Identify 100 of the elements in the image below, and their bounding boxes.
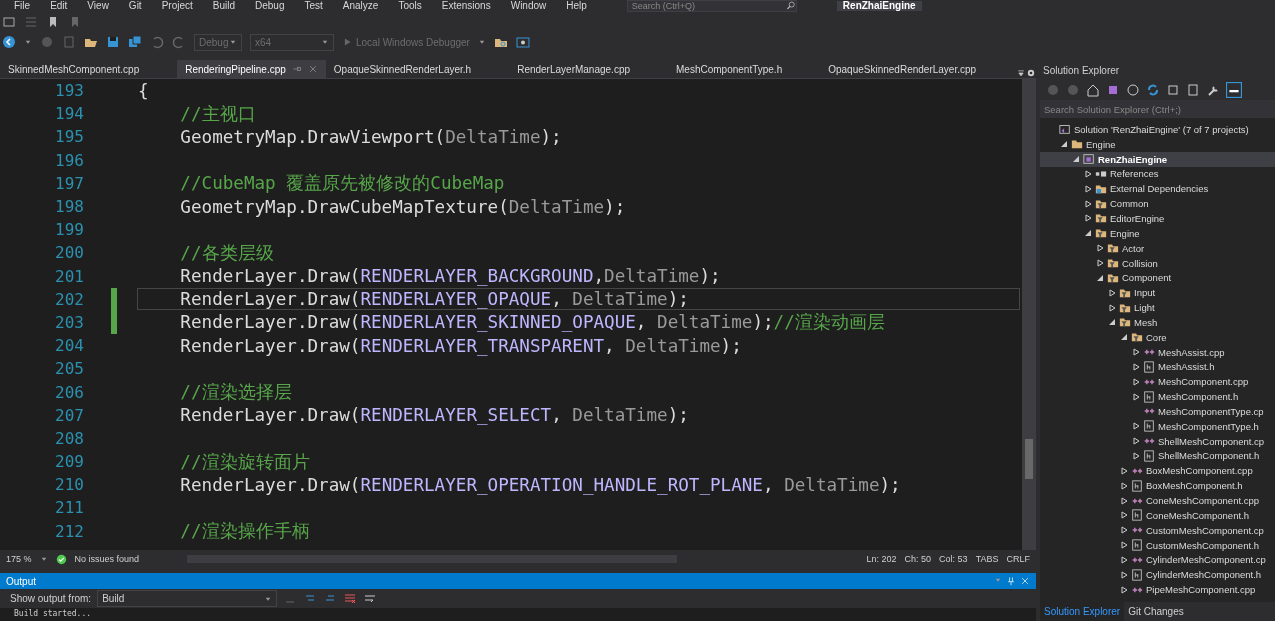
tree-item[interactable]: Input (1134, 287, 1156, 299)
caret-icon[interactable] (24, 38, 32, 46)
expand-icon[interactable] (1120, 555, 1128, 564)
expand-icon[interactable] (1108, 303, 1116, 312)
tree-item[interactable]: MeshComponentType.cp (1158, 405, 1264, 417)
line-ending[interactable]: CRLF (1006, 554, 1030, 564)
tree-item[interactable]: ShellMeshComponent.cp (1158, 435, 1265, 447)
expand-icon[interactable] (1084, 184, 1092, 193)
expand-icon[interactable] (1132, 377, 1140, 386)
panel-tab[interactable]: Solution Explorer (1040, 602, 1125, 621)
expand-icon[interactable] (1108, 288, 1116, 297)
tree-item[interactable]: Actor (1122, 242, 1145, 254)
tree-item[interactable]: Solution 'RenZhaiEngine' (7 of 7 projects) (1074, 123, 1249, 135)
collapse-icon[interactable] (1120, 333, 1128, 342)
search-field[interactable]: Search (Ctrl+Q) (626, 0, 797, 12)
file-tab[interactable]: RenderingPipeline.cpp (177, 60, 326, 78)
expand-icon[interactable] (1096, 244, 1104, 253)
menu-item[interactable]: File (14, 1, 31, 11)
tree-item[interactable]: ShellMeshComponent.h (1158, 450, 1260, 462)
search-field[interactable]: Search Solution Explorer (Ctrl+;) (1040, 100, 1275, 118)
file-tab[interactable]: RenderLayerManage.cpp (509, 60, 638, 78)
tree-item[interactable]: ConeMeshComponent.h (1146, 509, 1249, 521)
file-tab[interactable]: SkinnedMeshComponent.cpp (0, 60, 148, 78)
tree-item[interactable]: Common (1110, 198, 1149, 210)
file-tab[interactable]: OpaqueSkinnedRenderLayer.cpp (820, 60, 985, 78)
expand-icon[interactable] (1132, 392, 1140, 401)
caret-icon[interactable] (39, 555, 48, 563)
tab-list-icon[interactable] (1016, 68, 1026, 78)
tree-item[interactable]: Core (1146, 331, 1167, 343)
expand-icon[interactable] (1120, 481, 1128, 490)
expand-icon[interactable] (1132, 452, 1140, 460)
tree-item[interactable]: MeshComponent.h (1158, 391, 1239, 403)
file-tab[interactable]: MeshComponentType.h (668, 60, 791, 78)
menu-item[interactable]: Help (566, 1, 587, 11)
collapse-icon[interactable] (1060, 140, 1068, 149)
menu-item[interactable]: Window (510, 1, 547, 11)
expand-icon[interactable] (1084, 169, 1092, 178)
menu-item[interactable]: Project (161, 1, 193, 11)
close-icon[interactable] (1020, 576, 1030, 586)
expand-icon[interactable] (1120, 570, 1128, 579)
tree-item[interactable]: Collision (1122, 257, 1158, 269)
tree-item[interactable]: MeshAssist.cpp (1158, 346, 1225, 358)
refresh-icon[interactable] (1146, 82, 1160, 97)
screenshot-icon[interactable] (515, 35, 530, 49)
zoom-level[interactable]: 175 % (6, 554, 32, 564)
indent-mode[interactable]: TABS (975, 554, 999, 564)
tree-item[interactable]: CylinderMeshComponent.h (1146, 569, 1262, 581)
save-all-icon[interactable] (128, 35, 142, 49)
expand-icon[interactable] (1132, 348, 1140, 357)
menu-item[interactable]: Git (128, 1, 142, 11)
caret-icon[interactable] (321, 38, 329, 46)
undo-icon[interactable] (150, 35, 164, 49)
expand-icon[interactable] (1132, 437, 1140, 446)
menu-item[interactable]: Test (304, 1, 323, 11)
expand-icon[interactable] (1084, 199, 1092, 208)
tree-item[interactable]: CylinderMeshComponent.cp (1146, 554, 1266, 566)
menu-item[interactable]: Build (212, 1, 235, 11)
tree-item[interactable]: PipeMeshComponent.cpp (1146, 584, 1256, 596)
tree-item[interactable]: Component (1122, 272, 1172, 284)
tree-item[interactable]: Light (1134, 302, 1155, 314)
collapse-icon[interactable] (1072, 155, 1080, 164)
issues-status[interactable]: No issues found (74, 554, 140, 564)
menu-item[interactable]: Extensions (441, 1, 491, 11)
menu-item[interactable]: Analyze (342, 1, 379, 11)
pin-icon[interactable] (291, 64, 302, 74)
menu-item[interactable]: View (87, 1, 109, 11)
expand-icon[interactable] (1132, 362, 1140, 371)
clear-all-icon[interactable] (343, 591, 358, 606)
expand-icon[interactable] (1096, 259, 1104, 267)
expand-icon[interactable] (1120, 541, 1128, 550)
panel-tab[interactable]: Git Changes (1124, 602, 1188, 621)
tree-item[interactable]: BoxMeshComponent.cpp (1146, 465, 1253, 477)
tree-item[interactable]: Engine (1110, 227, 1140, 239)
settings-icon[interactable] (1026, 68, 1036, 78)
expand-icon[interactable] (1084, 214, 1092, 223)
tree-item[interactable]: CustomMeshComponent.cp (1146, 524, 1264, 536)
close-icon[interactable] (307, 64, 318, 74)
menu-item[interactable]: Tools (398, 1, 422, 11)
file-tab[interactable]: OpaqueSkinnedRenderLayer.h (325, 60, 480, 78)
tree-item[interactable]: References (1110, 168, 1159, 180)
tree-item[interactable]: Engine (1086, 138, 1116, 150)
expand-icon[interactable] (1120, 466, 1128, 475)
tree-item[interactable]: MeshComponent.cpp (1158, 376, 1249, 388)
collapse-icon[interactable] (1096, 273, 1104, 282)
tree-item[interactable]: CustomMeshComponent.h (1146, 539, 1259, 551)
pin-icon[interactable] (1006, 576, 1016, 586)
tree-item[interactable]: Mesh (1134, 316, 1158, 328)
column-position[interactable]: Col: 53 (939, 554, 968, 564)
play-icon[interactable] (342, 37, 352, 47)
collapse-icon[interactable] (1108, 318, 1116, 327)
expand-icon[interactable] (1120, 526, 1128, 535)
collapse-icon[interactable] (1084, 229, 1092, 238)
preview-icon[interactable] (1226, 81, 1242, 98)
caret-icon[interactable] (477, 38, 486, 46)
home-icon[interactable] (1086, 82, 1100, 97)
caret-icon[interactable] (229, 38, 237, 46)
tree-item[interactable]: ConeMeshComponent.cpp (1146, 495, 1259, 506)
menu-item[interactable]: Debug (255, 1, 285, 11)
toolbar-icon[interactable] (2, 14, 16, 29)
save-icon[interactable] (106, 35, 120, 49)
